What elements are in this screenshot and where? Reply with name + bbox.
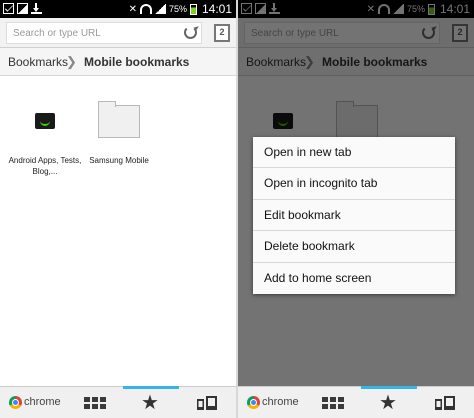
download-notification-icon	[31, 3, 42, 14]
chrome-menu-button[interactable]: chrome	[238, 387, 299, 418]
screenshot-root: ✕ 75% 14:01 Search or type URL 2 Bookmar…	[0, 0, 474, 418]
bookmark-context-menu: Open in new tab Open in incognito tab Ed…	[253, 137, 455, 294]
most-visited-button[interactable]	[320, 387, 348, 418]
chrome-menu-button[interactable]: chrome	[0, 387, 61, 418]
chrome-label: chrome	[24, 396, 61, 408]
omnibox-placeholder: Search or type URL	[13, 28, 101, 39]
bottom-nav: chrome ★	[0, 386, 236, 418]
android-site-favicon-icon	[35, 113, 55, 129]
other-devices-button[interactable]	[430, 387, 460, 418]
other-devices-button[interactable]	[192, 387, 222, 418]
bookmarks-tab-button[interactable]: ★	[361, 386, 417, 418]
chrome-logo-icon	[9, 396, 22, 409]
status-bar: ✕ 75% 14:01	[0, 0, 236, 18]
screenshot-notification-icon	[17, 3, 28, 14]
tab-switcher-button[interactable]: 2	[214, 24, 230, 42]
menu-item-open-new-tab[interactable]: Open in new tab	[253, 137, 455, 169]
breadcrumb-mobile-bookmarks: Mobile bookmarks	[84, 55, 190, 69]
menu-item-add-home-screen[interactable]: Add to home screen	[253, 263, 455, 294]
tab-count: 2	[219, 27, 225, 37]
devices-icon	[197, 396, 217, 410]
reload-icon[interactable]	[184, 26, 197, 39]
chrome-label: chrome	[262, 396, 299, 408]
mute-icon: ✕	[128, 3, 137, 15]
grid-icon	[322, 397, 344, 409]
chevron-right-icon: ❯	[66, 54, 77, 69]
omnibox[interactable]: Search or type URL	[6, 22, 202, 44]
signal-icon	[154, 4, 166, 14]
bookmark-android-apps[interactable]: Android Apps, Tests, Blog,...	[5, 105, 85, 177]
bookmarks-screen-with-context-menu: ✕ 75% 14:01 Search or type URL 2 Bookmar…	[238, 0, 474, 418]
clock: 14:01	[201, 2, 232, 16]
bookmarks-screen: ✕ 75% 14:01 Search or type URL 2 Bookmar…	[0, 0, 236, 418]
grid-icon	[84, 397, 106, 409]
active-tab-indicator	[123, 386, 179, 389]
menu-item-open-incognito[interactable]: Open in incognito tab	[253, 168, 455, 200]
folder-icon	[98, 101, 140, 138]
bookmark-label: Android Apps, Tests, Blog,...	[8, 156, 82, 176]
menu-item-delete-bookmark[interactable]: Delete bookmark	[253, 231, 455, 263]
battery-percent: 75%	[168, 4, 187, 14]
bottom-nav: chrome ★	[238, 386, 474, 418]
devices-icon	[435, 396, 455, 410]
star-icon: ★	[379, 392, 397, 414]
wifi-icon	[139, 4, 152, 14]
bookmark-label: Samsung Mobile	[89, 156, 149, 165]
star-icon: ★	[141, 392, 159, 414]
most-visited-button[interactable]	[82, 387, 110, 418]
chrome-logo-icon	[247, 396, 260, 409]
breadcrumb: Bookmarks ❯ Mobile bookmarks	[0, 48, 236, 76]
bookmark-folder-samsung[interactable]: Samsung Mobile	[79, 101, 159, 166]
menu-item-edit-bookmark[interactable]: Edit bookmark	[253, 200, 455, 232]
bookmarks-tab-button[interactable]: ★	[123, 386, 179, 418]
mail-notification-icon	[3, 3, 14, 14]
bookmarks-grid: Android Apps, Tests, Blog,... Samsung Mo…	[0, 77, 236, 386]
active-tab-indicator	[361, 386, 417, 389]
breadcrumb-bookmarks[interactable]: Bookmarks	[8, 55, 68, 69]
battery-icon	[189, 3, 197, 15]
toolbar: Search or type URL 2	[0, 18, 236, 48]
